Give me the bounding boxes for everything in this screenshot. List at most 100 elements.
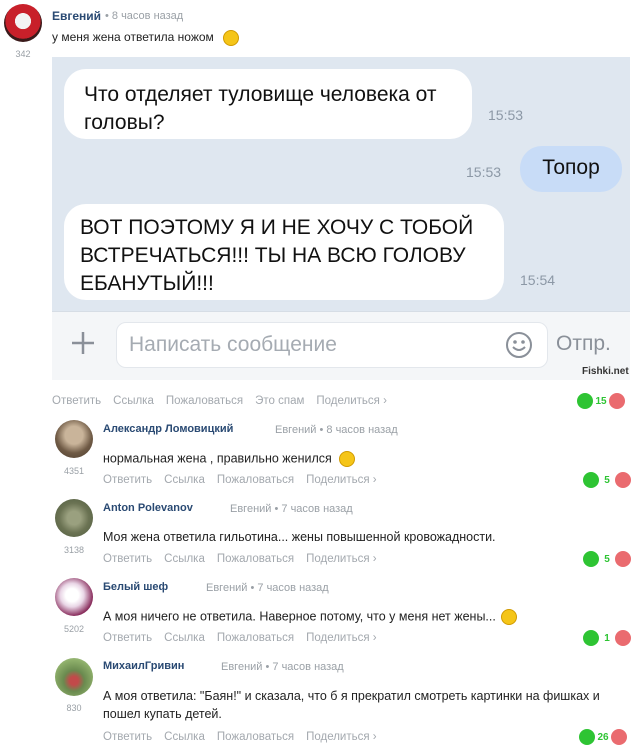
comment-actions: Ответить Ссылка Пожаловаться Поделиться … [103,632,377,644]
comment-reply-to: Евгений • 7 часов назад [206,582,329,594]
chat-message-incoming-2: ВОТ ПОЭТОМУ Я И НЕ ХОЧУ С ТОБОЙ ВСТРЕЧАТ… [64,204,504,300]
vote-count: 15 [595,395,607,407]
report-button[interactable]: Пожаловаться [217,731,294,743]
comment-text-content: А моя ничего не ответила. Наверное потом… [103,609,496,624]
chat-message-outgoing-1: Топор [520,146,622,192]
comment-actions: Ответить Ссылка Пожаловаться Поделиться … [103,474,377,486]
link-button[interactable]: Ссылка [164,632,205,644]
grinning-emoji-icon [223,30,240,46]
comment-vote: 1 [583,630,631,646]
vote-count: 1 [604,632,610,644]
reply-button[interactable]: Ответить [103,474,152,486]
comment-author-score: 3138 [63,545,85,555]
plus-icon[interactable] [70,330,96,356]
laughing-emoji-icon [501,609,518,625]
upvote-icon[interactable] [579,729,595,745]
post-time: • 8 часов назад [105,10,184,22]
comment-text: нормальная жена , правильно женился [103,451,356,467]
reply-button[interactable]: Ответить [103,731,152,743]
comment-avatar[interactable] [55,499,93,537]
vote-count: 26 [597,731,609,743]
share-button[interactable]: Поделиться › [316,395,387,407]
comment-author-name[interactable]: Anton Polevanov [103,502,193,514]
reply-button[interactable]: Ответить [103,632,152,644]
comment-text: А моя ничего не ответила. Наверное потом… [103,609,518,625]
downvote-icon[interactable] [611,729,627,745]
reply-to-name[interactable]: Евгений [206,582,247,594]
message-input-placeholder: Написать сообщение [129,333,337,356]
watermark: Fishki.net [582,366,629,377]
share-button[interactable]: Поделиться › [306,474,377,486]
share-button[interactable]: Поделиться › [306,632,377,644]
post-text: у меня жена ответила ножом [52,30,240,46]
reply-button[interactable]: Ответить [52,395,101,407]
downvote-icon[interactable] [615,472,631,488]
comment-author-name[interactable]: Александр Ломовицкий [103,423,233,435]
report-button[interactable]: Пожаловаться [217,632,294,644]
post-author-avatar[interactable] [4,4,42,42]
spam-button[interactable]: Это спам [255,395,304,407]
vote-count: 5 [604,474,610,486]
comment-text: А моя ответила: "Баян!" и сказала, что б… [103,687,600,723]
comment-author-name[interactable]: МихаилГривин [103,660,184,672]
reply-to-name[interactable]: Евгений [230,503,271,515]
comment-text-line: пошел купать детей. [103,707,222,721]
link-button[interactable]: Ссылка [113,395,154,407]
share-button[interactable]: Поделиться › [306,731,377,743]
share-button[interactable]: Поделиться › [306,553,377,565]
comment-text-content: нормальная жена , правильно женился [103,451,332,466]
chat-input-bar: Написать сообщение Отпр. Fishki.net [52,311,630,380]
thumbs-up-emoji-icon [339,451,356,467]
downvote-icon[interactable] [615,630,631,646]
post-author-name[interactable]: Евгений [52,9,101,23]
post-actions: Ответить Ссылка Пожаловаться Это спам По… [52,395,387,407]
comment-time: • 7 часов назад [274,503,353,515]
chat-message-text: Топор [542,156,600,179]
smiley-icon[interactable] [505,331,533,359]
comment-text: Моя жена ответила гильотина... жены повы… [103,530,496,544]
upvote-icon[interactable] [577,393,593,409]
post-vote: 15 [577,393,625,409]
chat-message-text: ВОТ ПОЭТОМУ Я И НЕ ХОЧУ С ТОБОЙ ВСТРЕЧАТ… [80,216,474,295]
report-button[interactable]: Пожаловаться [217,553,294,565]
comment-vote: 26 [579,729,627,745]
comment-author-score: 5202 [63,624,85,634]
comment-reply-to: Евгений • 7 часов назад [230,503,353,515]
comment-time: • 7 часов назад [265,661,344,673]
comment-author-score: 830 [66,703,82,713]
comment-author-score: 4351 [63,466,85,476]
reply-to-name[interactable]: Евгений [221,661,262,673]
reply-button[interactable]: Ответить [103,553,152,565]
chat-message-incoming-1: Что отделяет туловище человека от головы… [64,69,472,139]
downvote-icon[interactable] [615,551,631,567]
post-author-score: 342 [15,49,31,59]
comment-vote: 5 [583,551,631,567]
chat-message-time: 15:53 [488,107,524,123]
link-button[interactable]: Ссылка [164,474,205,486]
chat-message-time: 15:53 [466,164,502,180]
reply-to-name[interactable]: Евгений [275,424,316,436]
downvote-icon[interactable] [609,393,625,409]
link-button[interactable]: Ссылка [164,553,205,565]
comment-reply-to: Евгений • 7 часов назад [221,661,344,673]
upvote-icon[interactable] [583,472,599,488]
comment-avatar[interactable] [55,420,93,458]
upvote-icon[interactable] [583,551,599,567]
send-button[interactable]: Отпр. [556,332,611,356]
chat-message-time: 15:54 [520,272,556,288]
comment-actions: Ответить Ссылка Пожаловаться Поделиться … [103,731,377,743]
comment-author-name[interactable]: Белый шеф [103,581,168,593]
report-button[interactable]: Пожаловаться [166,395,243,407]
comment-avatar[interactable] [55,578,93,616]
link-button[interactable]: Ссылка [164,731,205,743]
upvote-icon[interactable] [583,630,599,646]
comment-text-content: Моя жена ответила гильотина... жены повы… [103,530,496,544]
message-input[interactable]: Написать сообщение [116,322,548,368]
report-button[interactable]: Пожаловаться [217,474,294,486]
comment-actions: Ответить Ссылка Пожаловаться Поделиться … [103,553,377,565]
comment-vote: 5 [583,472,631,488]
comment-avatar[interactable] [55,658,93,696]
comment-text-line: А моя ответила: "Баян!" и сказала, что б… [103,689,600,703]
post-text-content: у меня жена ответила ножом [52,30,214,45]
chat-screenshot: Что отделяет туловище человека от головы… [52,57,630,380]
